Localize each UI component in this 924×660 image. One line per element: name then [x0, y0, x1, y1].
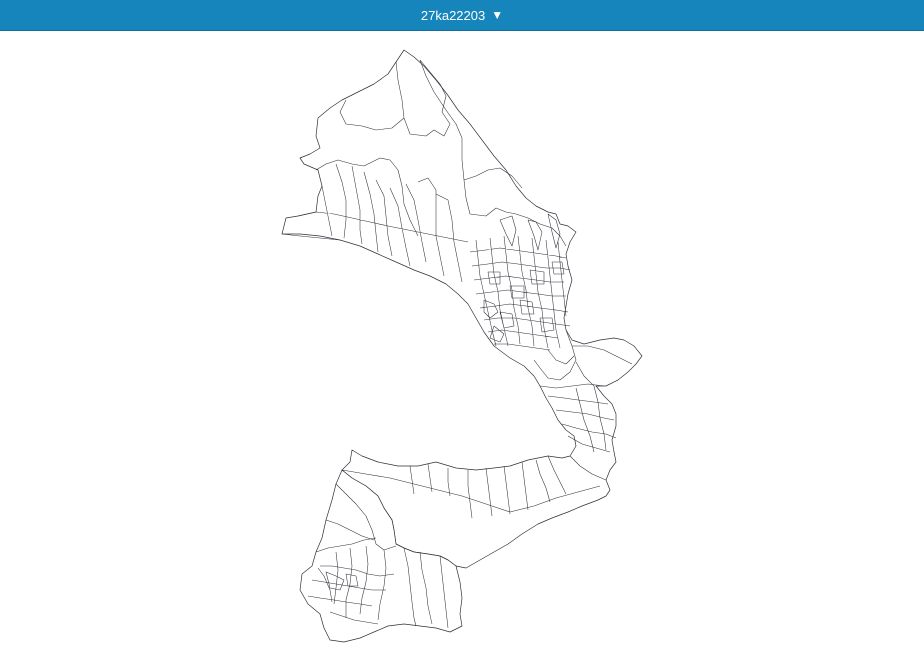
- map-canvas[interactable]: [0, 31, 924, 660]
- chevron-down-icon: ▼: [491, 8, 504, 22]
- boundary-map[interactable]: [0, 31, 924, 660]
- top-bar: 27ka22203 ▼: [0, 0, 924, 31]
- map-selector-dropdown[interactable]: 27ka22203 ▼: [415, 5, 509, 26]
- map-selector-label: 27ka22203: [420, 7, 486, 23]
